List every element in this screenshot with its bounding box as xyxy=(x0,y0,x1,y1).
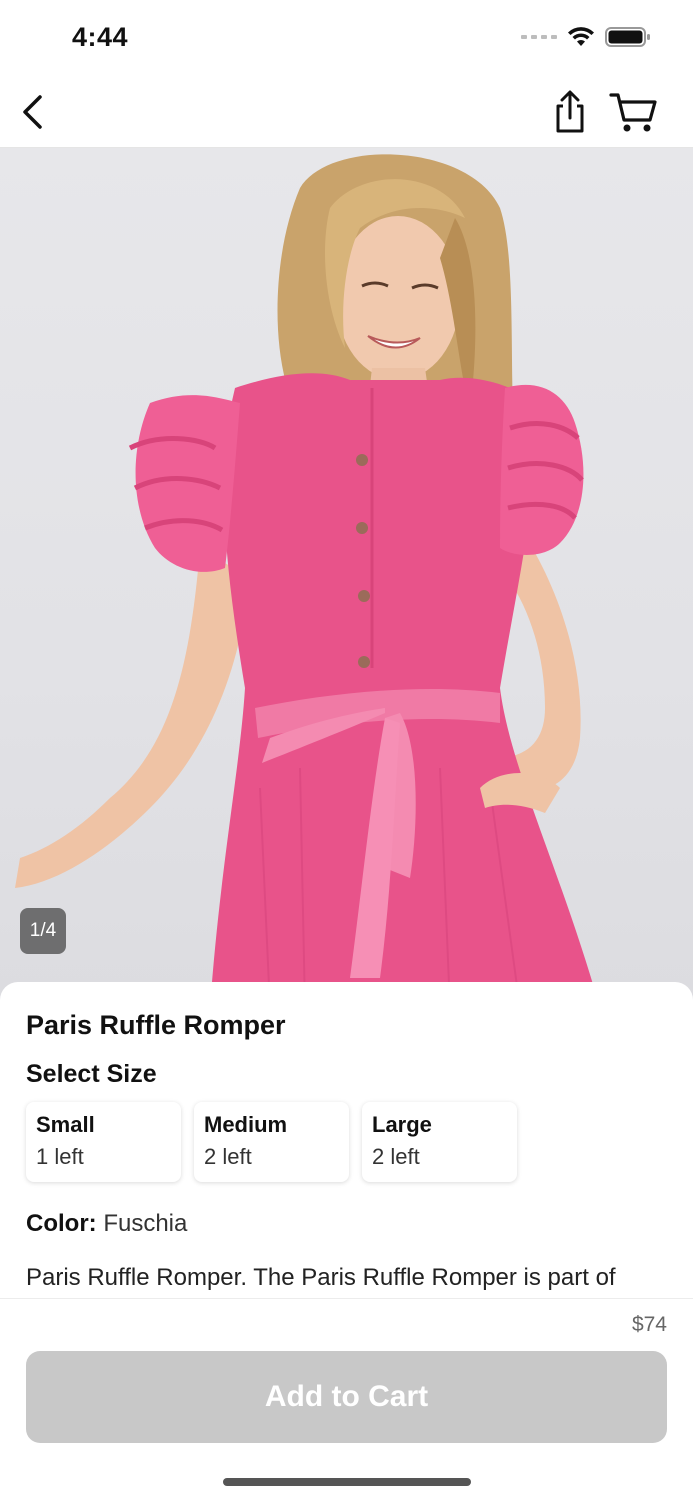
size-option-large[interactable]: Large 2 left xyxy=(362,1102,517,1182)
size-stock: 1 left xyxy=(36,1144,84,1169)
size-option-medium[interactable]: Medium 2 left xyxy=(194,1102,349,1182)
image-page-indicator: 1/4 xyxy=(20,908,66,954)
add-to-cart-button[interactable]: Add to Cart xyxy=(26,1351,667,1443)
select-size-heading: Select Size xyxy=(26,1060,157,1088)
purchase-footer: $74 Add to Cart xyxy=(0,1298,693,1500)
back-button[interactable] xyxy=(16,92,52,132)
product-title: Paris Ruffle Romper xyxy=(26,1010,286,1040)
product-image[interactable]: 1/4 xyxy=(0,148,693,1008)
size-options: Small 1 left Medium 2 left Large 2 left xyxy=(26,1102,517,1182)
home-indicator xyxy=(223,1478,471,1486)
nav-bar xyxy=(0,78,693,148)
size-option-small[interactable]: Small 1 left xyxy=(26,1102,181,1182)
chevron-left-icon xyxy=(23,95,42,129)
status-bar: 4:44 xyxy=(0,0,693,78)
product-description: Paris Ruffle Romper. The Paris Ruffle Ro… xyxy=(26,1264,616,1291)
product-photo xyxy=(15,154,600,1008)
cart-icon xyxy=(609,93,657,132)
product-details-sheet: Paris Ruffle Romper Select Size Small 1 … xyxy=(0,982,693,1312)
status-icons xyxy=(521,26,651,48)
signal-icon xyxy=(521,35,557,39)
cart-button[interactable] xyxy=(608,90,660,134)
size-name: Small xyxy=(36,1112,95,1137)
color-row: Color: Fuschia xyxy=(26,1210,187,1238)
size-name: Medium xyxy=(204,1112,288,1137)
product-price: $74 xyxy=(631,1313,667,1336)
status-time: 4:44 xyxy=(72,22,129,52)
color-label: Color: xyxy=(26,1210,97,1237)
share-icon xyxy=(556,90,584,133)
color-value: Fuschia xyxy=(103,1210,188,1237)
battery-icon xyxy=(605,27,650,47)
size-name: Large xyxy=(372,1112,432,1137)
size-stock: 2 left xyxy=(204,1144,252,1169)
share-button[interactable] xyxy=(550,90,590,134)
size-stock: 2 left xyxy=(372,1144,420,1169)
wifi-icon xyxy=(568,27,594,46)
